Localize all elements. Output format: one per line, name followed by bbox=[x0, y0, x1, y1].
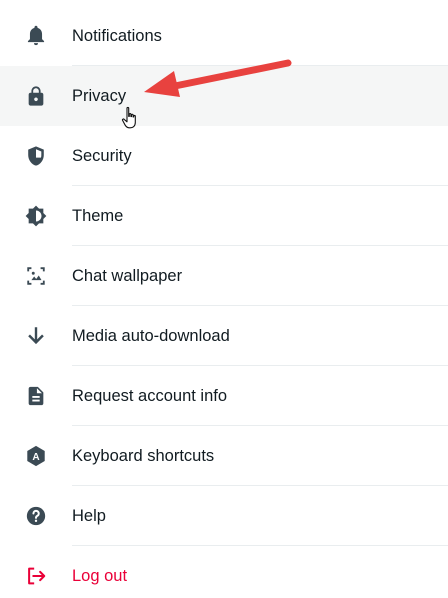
menu-item-security[interactable]: Security bbox=[0, 126, 448, 186]
menu-item-notifications[interactable]: Notifications bbox=[0, 6, 448, 66]
menu-item-media-auto-download[interactable]: Media auto-download bbox=[0, 306, 448, 366]
menu-item-label: Chat wallpaper bbox=[72, 266, 183, 285]
help-icon bbox=[24, 504, 48, 528]
keyboard-shortcuts-icon: A bbox=[24, 444, 48, 468]
menu-item-label: Security bbox=[72, 146, 132, 165]
menu-item-log-out[interactable]: Log out bbox=[0, 546, 448, 598]
wallpaper-icon bbox=[24, 264, 48, 288]
menu-item-label: Keyboard shortcuts bbox=[72, 446, 215, 465]
menu-item-privacy[interactable]: Privacy bbox=[0, 66, 448, 126]
menu-item-help[interactable]: Help bbox=[0, 486, 448, 546]
menu-item-label: Privacy bbox=[72, 86, 127, 105]
menu-item-label: Media auto-download bbox=[72, 326, 230, 345]
download-arrow-icon bbox=[24, 324, 48, 348]
menu-item-request-account-info[interactable]: Request account info bbox=[0, 366, 448, 426]
svg-text:A: A bbox=[32, 452, 40, 463]
menu-item-label: Theme bbox=[72, 206, 124, 225]
menu-item-theme[interactable]: Theme bbox=[0, 186, 448, 246]
menu-item-label: Help bbox=[72, 506, 106, 525]
menu-item-label: Request account info bbox=[72, 386, 228, 405]
menu-item-chat-wallpaper[interactable]: Chat wallpaper bbox=[0, 246, 448, 306]
theme-icon bbox=[24, 204, 48, 228]
settings-menu: Notifications Privacy Security Theme Cha… bbox=[0, 0, 448, 598]
document-icon bbox=[24, 384, 48, 408]
menu-item-keyboard-shortcuts[interactable]: A Keyboard shortcuts bbox=[0, 426, 448, 486]
lock-icon bbox=[24, 84, 48, 108]
menu-item-label: Notifications bbox=[72, 26, 162, 45]
menu-item-label: Log out bbox=[72, 566, 128, 585]
bell-icon bbox=[24, 24, 48, 48]
logout-icon bbox=[24, 564, 48, 588]
shield-icon bbox=[24, 144, 48, 168]
